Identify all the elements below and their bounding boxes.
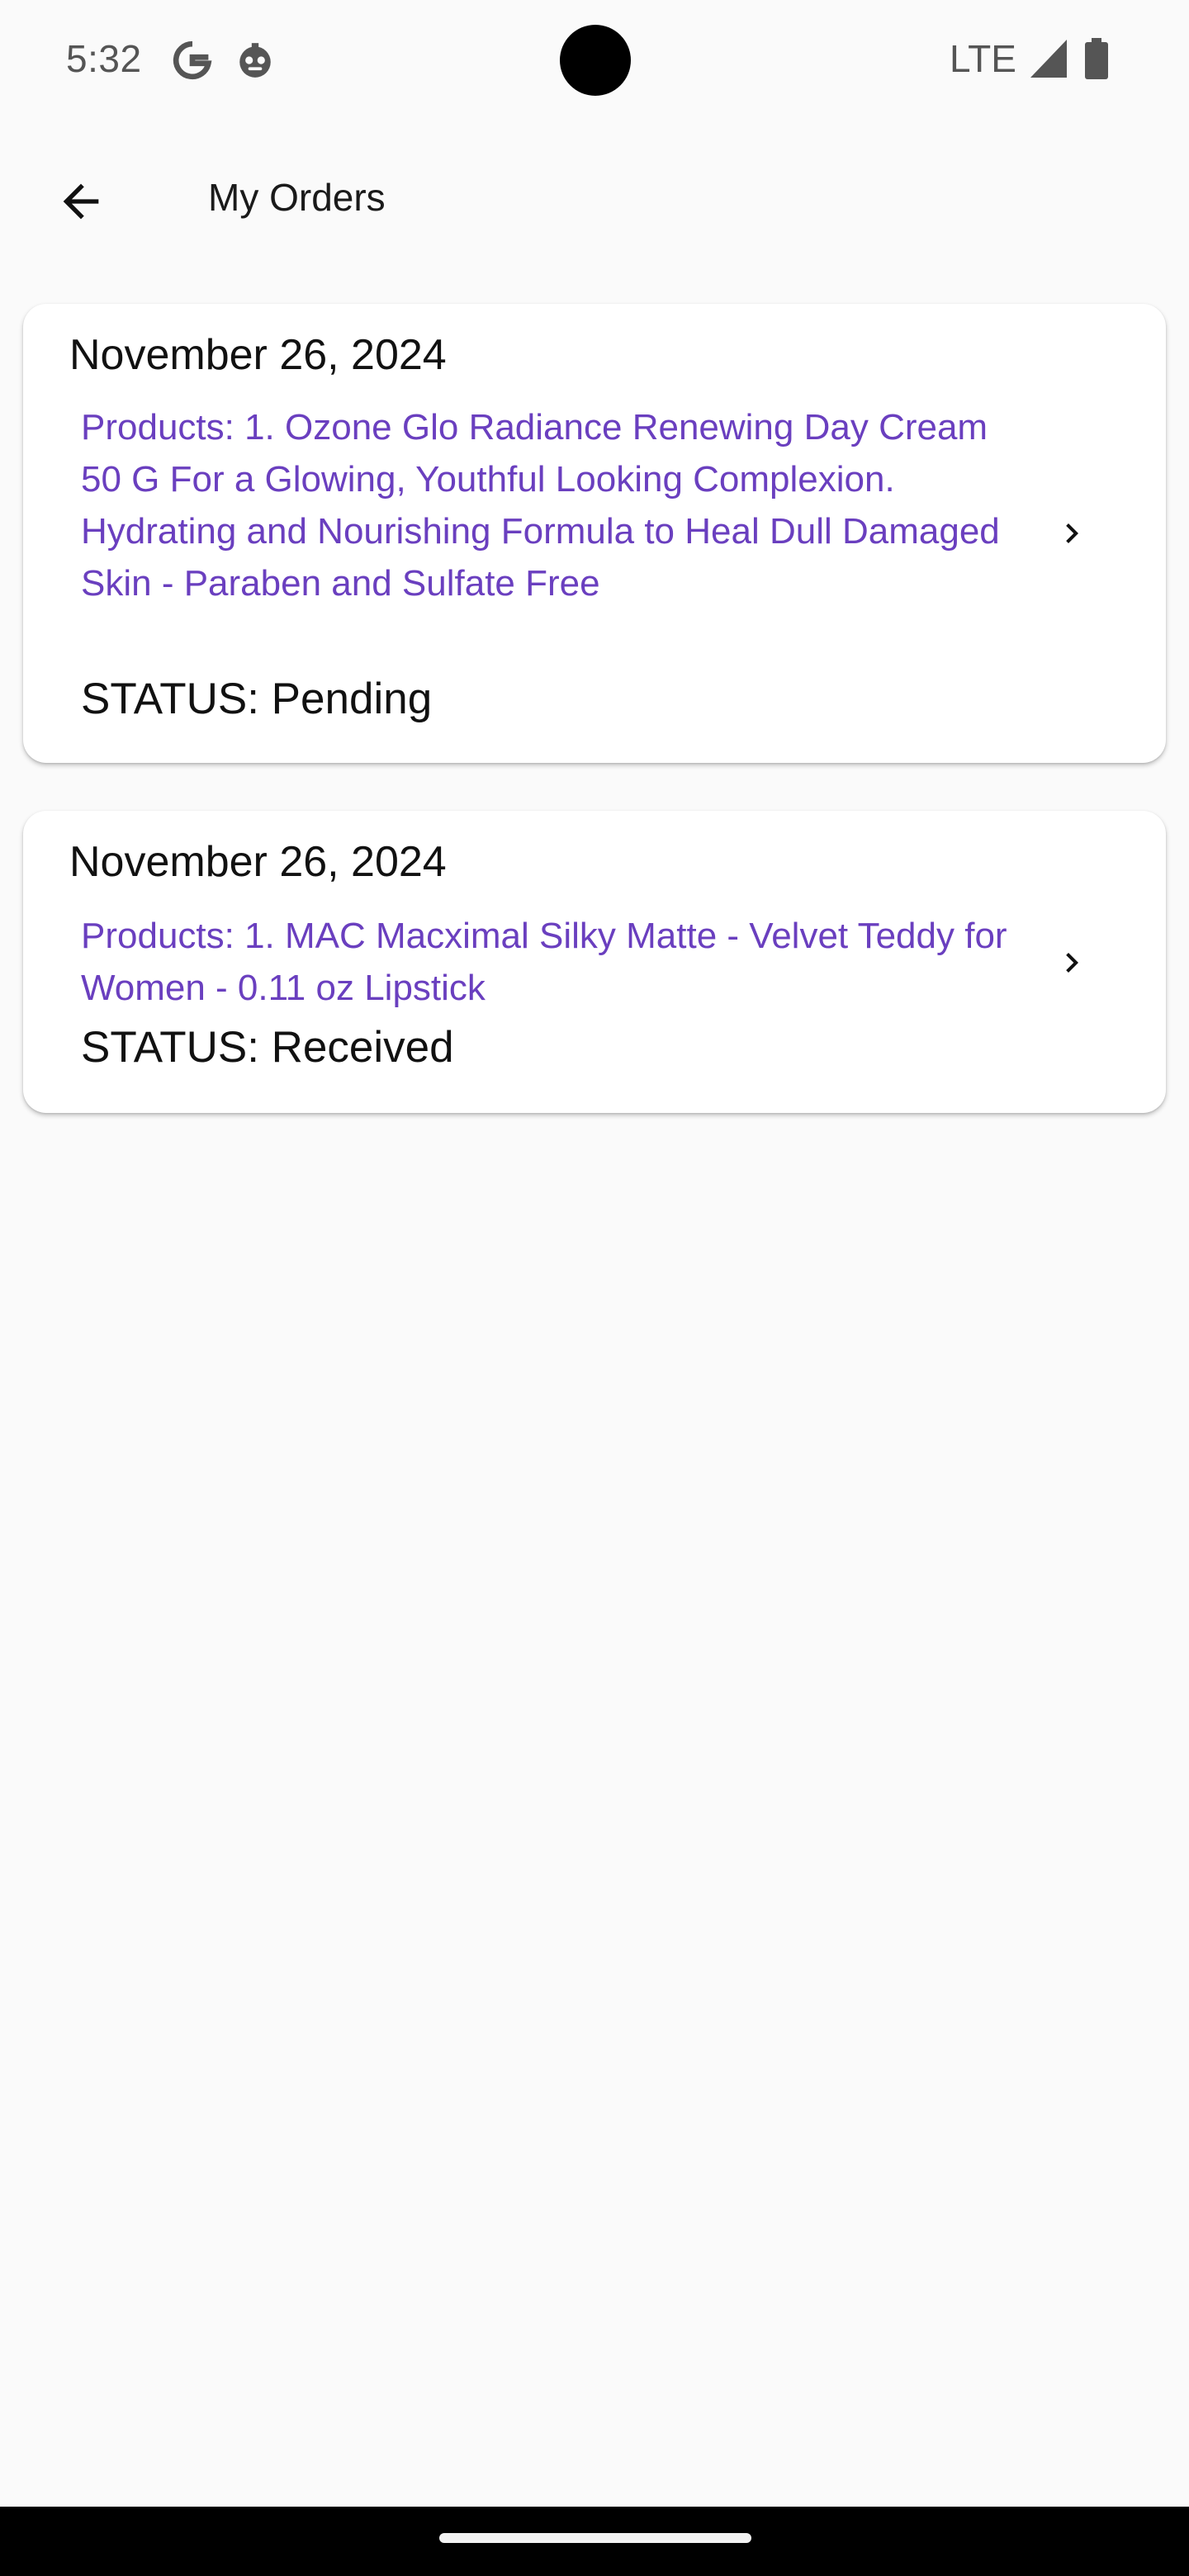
chevron-right-icon — [1066, 953, 1078, 973]
system-nav-bar — [0, 2507, 1189, 2576]
order-date: November 26, 2024 — [69, 838, 447, 886]
battery-icon — [1085, 38, 1108, 79]
home-indicator[interactable] — [439, 2533, 751, 2543]
order-products: Products: 1. MAC Macximal Silky Matte - … — [81, 916, 1007, 1008]
order-card[interactable]: November 26, 2024 Products: 1. MAC Macxi… — [23, 811, 1166, 1113]
order-products: Products: 1. Ozone Glo Radiance Renewing… — [81, 407, 1000, 604]
status-time: 5:32 — [66, 37, 142, 80]
order-date: November 26, 2024 — [69, 331, 447, 379]
order-card[interactable]: November 26, 2024 Products: 1. Ozone Glo… — [23, 304, 1166, 763]
bot-face-icon — [239, 43, 271, 78]
google-g-icon — [173, 40, 212, 80]
signal-icon — [1030, 40, 1067, 78]
camera-cutout — [560, 25, 631, 96]
back-button[interactable] — [46, 167, 116, 236]
network-type: LTE — [950, 37, 1016, 80]
status-bar: 5:32 LTE — [0, 0, 1189, 116]
arrow-back-icon — [63, 183, 99, 220]
app-bar: My Orders — [0, 140, 1189, 263]
page-title: My Orders — [208, 176, 386, 219]
order-status: STATUS: Received — [81, 1023, 454, 1072]
order-status: STATUS: Pending — [81, 675, 433, 723]
chevron-right-icon — [1066, 523, 1078, 543]
